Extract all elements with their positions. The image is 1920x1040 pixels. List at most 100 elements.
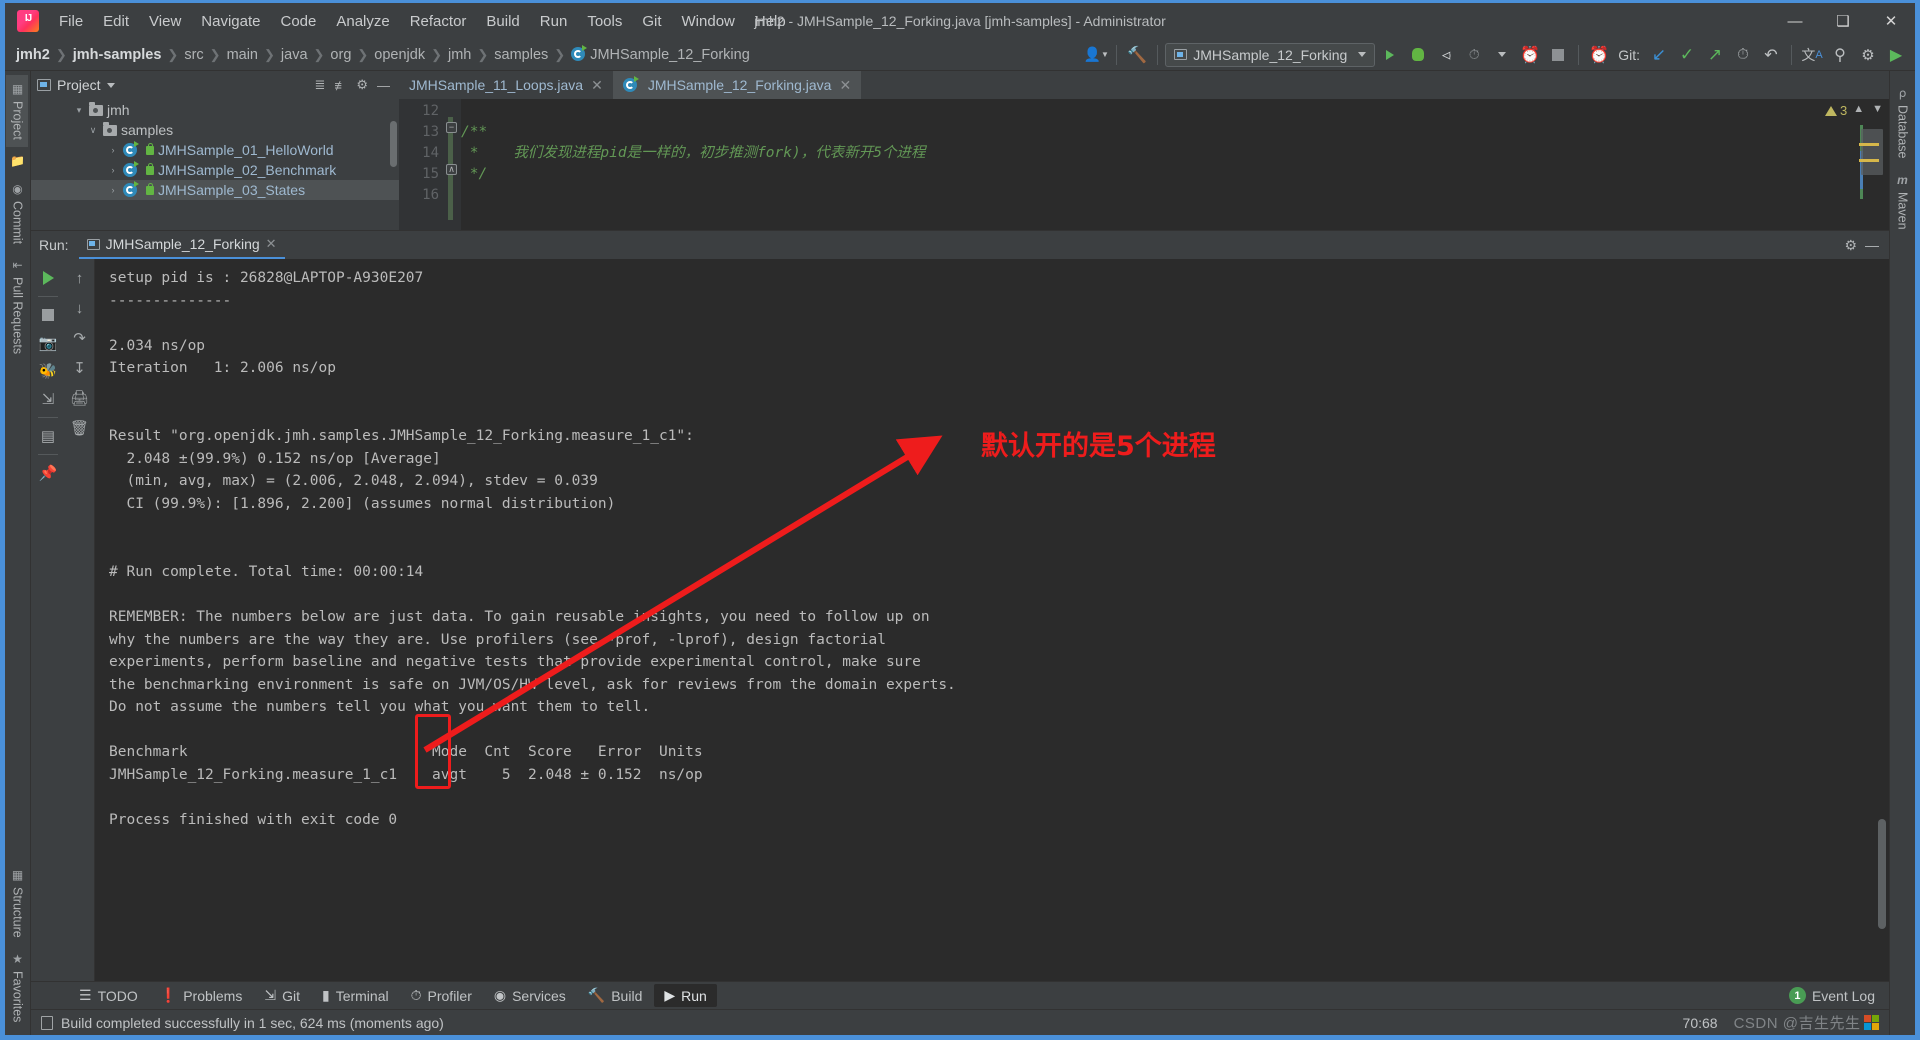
menu-window[interactable]: Window — [672, 9, 745, 34]
fold-end-icon[interactable]: ∧ — [446, 164, 457, 175]
warning-stripe-marker[interactable] — [1859, 159, 1879, 162]
menu-build[interactable]: Build — [476, 9, 529, 34]
menu-view[interactable]: View — [139, 9, 191, 34]
run-icon[interactable] — [1377, 43, 1403, 67]
translate-icon[interactable]: 文A — [1799, 43, 1825, 67]
tool-item-profiler[interactable]: ⏱ Profiler — [401, 984, 482, 1007]
tree-node-sample-01[interactable]: › JMHSample_01_HelloWorld — [31, 140, 399, 160]
tool-item-git[interactable]: ⇲ Git — [254, 984, 310, 1007]
chevron-right-icon[interactable]: › — [107, 145, 119, 155]
close-icon[interactable]: ✕ — [591, 77, 603, 94]
warning-stripe-marker[interactable] — [1859, 143, 1879, 146]
settings-icon[interactable]: ⚙ — [1844, 237, 1857, 254]
build-hammer-icon[interactable]: 🔨 — [1124, 43, 1150, 67]
breadcrumb-item-project[interactable]: jmh2 — [11, 45, 55, 65]
chevron-down-icon[interactable]: ∨ — [87, 125, 99, 136]
menu-analyze[interactable]: Analyze — [326, 9, 399, 34]
git-rollback-icon[interactable]: ↶ — [1758, 43, 1784, 67]
person-icon[interactable]: 👤 ▼ — [1083, 43, 1109, 67]
print-icon[interactable]: 🖨 — [67, 385, 93, 411]
stop-icon[interactable] — [1545, 43, 1571, 67]
tab-jmhsample-12-forking[interactable]: JMHSample_12_Forking.java ✕ — [612, 71, 862, 99]
maximize-button[interactable]: ❑ — [1819, 3, 1867, 39]
search-icon[interactable]: ⚲ — [1827, 43, 1853, 67]
sidebar-item-structure[interactable]: ▦ Structure — [7, 861, 29, 945]
rerun-icon[interactable] — [35, 265, 61, 291]
hide-icon[interactable]: — — [374, 77, 393, 94]
breadcrumb-item-module[interactable]: jmh-samples — [68, 45, 167, 65]
updates-icon[interactable]: ⏰ — [1586, 43, 1612, 67]
git-commit-icon[interactable]: ✓ — [1674, 43, 1700, 67]
tool-item-terminal[interactable]: ▮ Terminal — [312, 984, 399, 1007]
menu-code[interactable]: Code — [270, 9, 326, 34]
sidebar-item-favorites[interactable]: ★ Favorites — [7, 945, 29, 1029]
menu-git[interactable]: Git — [632, 9, 671, 34]
breadcrumb-item-samples[interactable]: samples — [489, 45, 553, 65]
warning-count-badge[interactable]: 3 — [1824, 103, 1847, 118]
git-push-icon[interactable]: ↗ — [1702, 43, 1728, 67]
tool-item-services[interactable]: ◉ Services — [484, 984, 576, 1007]
run-console-output[interactable]: setup pid is : 26828@LAPTOP-A930E207 ---… — [95, 259, 1889, 981]
menu-navigate[interactable]: Navigate — [191, 9, 270, 34]
chevron-right-icon[interactable]: › — [107, 165, 119, 175]
settings-icon[interactable]: ⚙ — [1855, 43, 1881, 67]
breadcrumb-item-main[interactable]: main — [222, 45, 263, 65]
editor-code[interactable]: /** * 我们发现进程pid是一样的，初步推测fork)，代表新开5个进程 *… — [461, 99, 1819, 230]
git-history-icon[interactable]: ⏱ — [1730, 43, 1756, 67]
sidebar-item-commit[interactable]: ◉ Commit — [6, 175, 28, 251]
caret-position[interactable]: 70:68 — [1683, 1015, 1718, 1031]
tool-item-problems[interactable]: ❗ Problems — [150, 984, 253, 1007]
sidebar-item-maven[interactable]: m Maven — [1892, 166, 1914, 237]
run-configuration-selector[interactable]: JMHSample_12_Forking — [1165, 42, 1376, 67]
project-tree-scrollbar[interactable] — [390, 121, 397, 167]
breadcrumb-item-org[interactable]: org — [325, 45, 356, 65]
soft-wrap-icon[interactable]: ↷ — [67, 325, 93, 351]
breadcrumb-item-src[interactable]: src — [179, 45, 208, 65]
pin-icon[interactable]: 📌 — [35, 460, 61, 486]
chevron-down-icon[interactable] — [1489, 43, 1515, 67]
collapse-all-icon[interactable]: ≢ — [331, 77, 350, 94]
chevron-down-icon[interactable]: ▾ — [73, 105, 85, 116]
tab-jmhsample-11-loops[interactable]: JMHSample_11_Loops.java ✕ — [399, 71, 613, 99]
screenshot-icon[interactable]: 📷 — [35, 330, 61, 356]
close-button[interactable]: ✕ — [1867, 3, 1915, 39]
chevron-right-icon[interactable]: › — [107, 185, 119, 195]
run-dashboard-icon[interactable]: ⏰ — [1517, 43, 1543, 67]
profile-icon[interactable]: ⏱ — [1461, 43, 1487, 67]
scroll-down-icon[interactable]: ↓ — [67, 295, 93, 321]
run-tab-jmhsample-12-forking[interactable]: JMHSample_12_Forking ✕ — [78, 231, 285, 259]
console-scrollbar[interactable] — [1878, 819, 1886, 929]
tree-node-sample-02[interactable]: › JMHSample_02_Benchmark — [31, 160, 399, 180]
scroll-up-icon[interactable]: ↑ — [67, 265, 93, 291]
sidebar-item-database[interactable]: ⍴ Database — [1892, 79, 1914, 166]
git-update-icon[interactable]: ↙ — [1646, 43, 1672, 67]
tool-item-run[interactable]: ▶ Run — [654, 984, 717, 1007]
menu-tools[interactable]: Tools — [577, 9, 632, 34]
fold-collapse-icon[interactable]: − — [446, 122, 457, 133]
layout-icon[interactable]: ▤ — [35, 423, 61, 449]
close-icon[interactable]: ✕ — [266, 236, 277, 252]
tree-node-sample-03[interactable]: › JMHSample_03_States — [31, 180, 399, 200]
menu-edit[interactable]: Edit — [93, 9, 139, 34]
editor-scrollbar-thumb[interactable] — [1861, 129, 1883, 175]
ide-features-icon[interactable]: ▶ — [1883, 43, 1909, 67]
sidebar-item-project[interactable]: ▦ Project — [6, 75, 29, 147]
menu-file[interactable]: File — [49, 9, 93, 34]
sidebar-item-pull-requests[interactable]: ⇤ Pull Requests — [6, 251, 28, 361]
event-log-button[interactable]: 1 Event Log — [1788, 987, 1889, 1004]
tree-node-samples[interactable]: ∨ samples — [31, 120, 399, 140]
breadcrumb-item-jmh[interactable]: jmh — [443, 45, 476, 65]
sidebar-item-folder[interactable]: 📁 — [6, 147, 29, 175]
scroll-to-end-icon[interactable]: ↧ — [67, 355, 93, 381]
tool-item-build[interactable]: 🔨 Build — [578, 984, 653, 1007]
breadcrumb-item-java[interactable]: java — [276, 45, 313, 65]
breadcrumb-item-class[interactable]: JMHSample_12_Forking — [566, 44, 755, 65]
menu-help[interactable]: Help — [745, 9, 796, 34]
minimize-button[interactable]: — — [1771, 3, 1819, 39]
stop-icon[interactable] — [35, 302, 61, 328]
debug-icon[interactable] — [1405, 43, 1431, 67]
breadcrumb-item-openjdk[interactable]: openjdk — [369, 45, 430, 65]
debug-attach-icon[interactable]: 🐝 — [35, 358, 61, 384]
chevron-down-icon[interactable] — [106, 82, 115, 88]
tree-node-jmh[interactable]: ▾ jmh — [31, 100, 399, 120]
